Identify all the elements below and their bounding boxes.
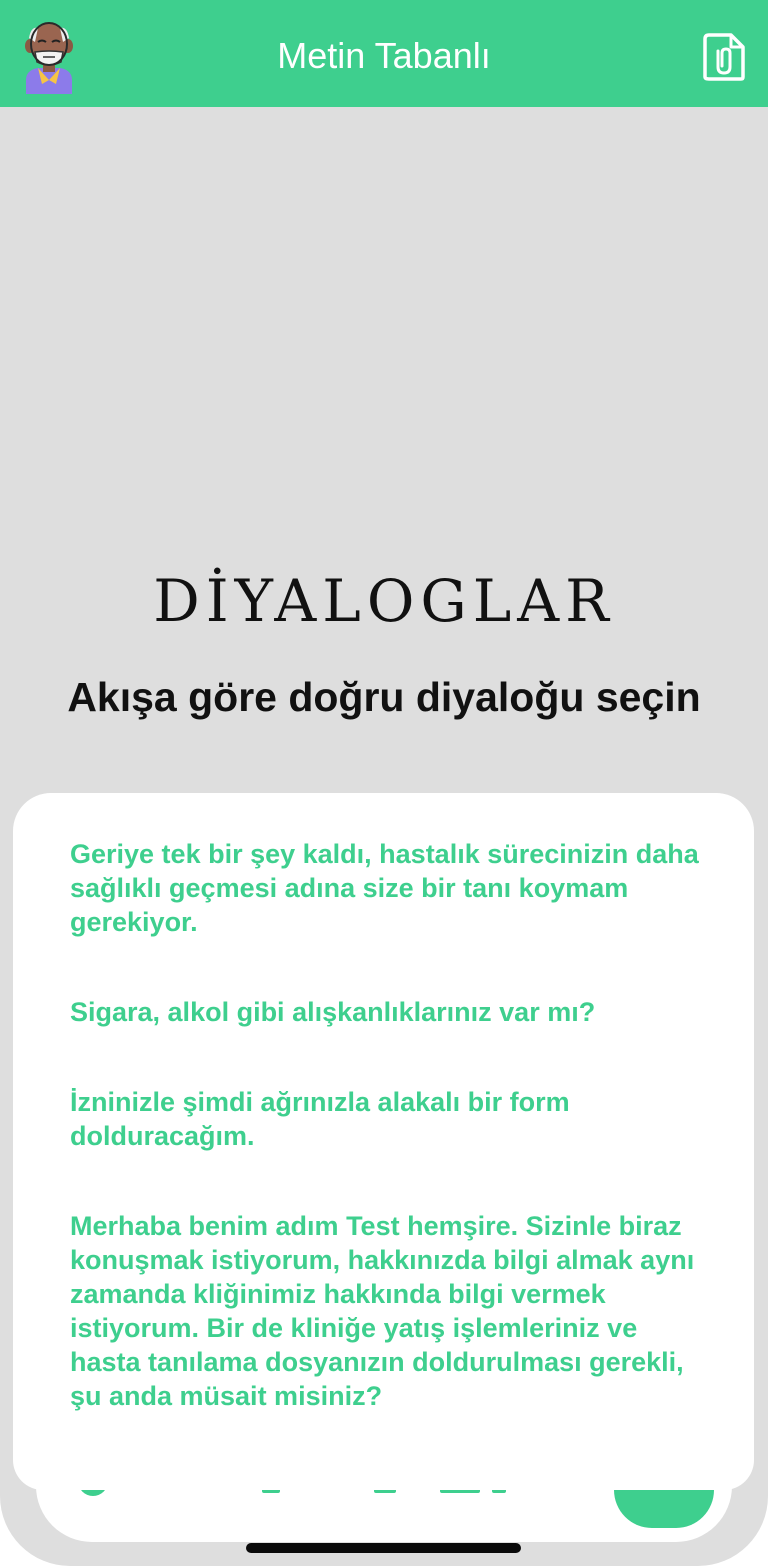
dialog-options-sheet: Geriye tek bir şey kaldı, hastalık sürec… xyxy=(13,793,754,1490)
home-indicator xyxy=(246,1543,521,1553)
app-screen: Metin Tabanlı DİYALOGLAR Akışa göre doğr… xyxy=(0,0,768,1566)
dialog-option[interactable]: Sigara, alkol gibi alışkanlıklarınız var… xyxy=(70,995,710,1029)
dialog-option[interactable]: Geriye tek bir şey kaldı, hastalık sürec… xyxy=(70,837,710,939)
dialog-options-list: Geriye tek bir şey kaldı, hastalık sürec… xyxy=(70,837,710,1413)
app-header: Metin Tabanlı xyxy=(0,0,768,107)
dialogs-heading: DİYALOGLAR xyxy=(153,567,615,635)
paperclip-document-icon[interactable] xyxy=(703,33,745,81)
instruction-text: Akışa göre doğru diyaloğu seçin xyxy=(67,674,701,720)
page-title: Metin Tabanlı xyxy=(277,35,491,76)
dialog-option[interactable]: Merhaba benim adım Test hemşire. Sizinle… xyxy=(70,1209,710,1413)
dialog-option[interactable]: İzninizle şimdi ağrınızla alakalı bir fo… xyxy=(70,1085,710,1153)
